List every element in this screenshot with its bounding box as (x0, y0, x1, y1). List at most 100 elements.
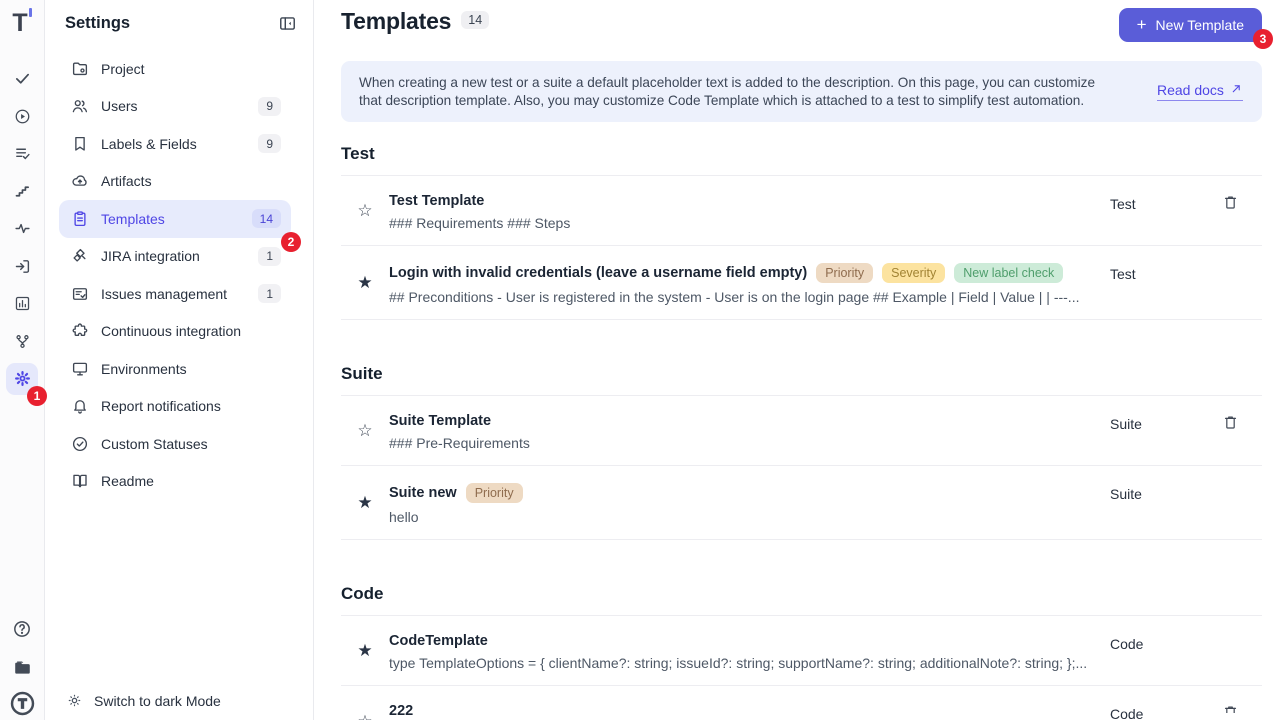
sidebar-item-label: Artifacts (101, 173, 281, 189)
sidebar-item-label: Project (101, 61, 281, 77)
sidebar-item-issues-management[interactable]: Issues management 1 (59, 275, 291, 313)
book-icon (71, 472, 89, 490)
label-badge: Severity (882, 263, 945, 283)
activity-icon[interactable] (14, 220, 31, 237)
settings-sidebar: Settings ProjectUsers9Labels & Fields9Ar… (45, 0, 314, 720)
section-suite: Suite☆Suite Template### Pre-Requirements… (341, 364, 1262, 540)
star-outline-icon[interactable]: ☆ (357, 202, 372, 219)
sidebar-item-label: JIRA integration (101, 248, 246, 264)
jira-icon (71, 247, 89, 265)
template-type: Suite (1110, 410, 1222, 451)
sidebar-item-readme[interactable]: Readme (59, 463, 291, 501)
sidebar-item-label: Readme (101, 473, 281, 489)
help-circle-icon[interactable] (12, 619, 32, 639)
template-row[interactable]: ☆Suite Template### Pre-RequirementsSuite (341, 396, 1262, 466)
page-header: Templates 14 + New Template (341, 8, 1262, 42)
star-outline-icon[interactable]: ☆ (357, 713, 372, 720)
sidebar-item-count-badge: 14 (252, 209, 281, 228)
template-title: Suite Template (389, 413, 491, 429)
annotation-badge-2: 2 (281, 232, 301, 252)
label-badge: Priority (816, 263, 873, 283)
read-docs-label: Read docs (1157, 82, 1224, 98)
template-row[interactable]: ★Suite newPriorityhelloSuite (341, 466, 1262, 540)
sidebar-item-count-badge: 1 (258, 284, 281, 303)
external-link-icon (1230, 82, 1243, 98)
star-filled-icon[interactable]: ★ (357, 274, 372, 291)
sidebar-item-count-badge: 9 (258, 134, 281, 153)
banner-text: When creating a new test or a suite a de… (359, 74, 1121, 109)
app-root: T Settings ProjectUsers9Labels & Fields9… (0, 0, 1280, 720)
label-badge: Priority (466, 483, 523, 503)
sidebar-item-artifacts[interactable]: Artifacts (59, 163, 291, 201)
folder-gear-icon (71, 60, 89, 78)
templates-page: Templates 14 + New Template When creatin… (314, 0, 1280, 720)
clipboard-icon (71, 210, 89, 228)
templates-count-badge: 14 (461, 11, 489, 29)
import-icon[interactable] (14, 258, 31, 275)
steps-icon[interactable] (14, 183, 31, 200)
section-title: Suite (341, 364, 1262, 384)
sidebar-item-count-badge: 1 (258, 247, 281, 266)
section-title: Code (341, 584, 1262, 604)
sidebar-item-jira-integration[interactable]: JIRA integration 1 (59, 238, 291, 276)
puzzle-icon (71, 322, 89, 340)
logo-accent-mark (29, 8, 32, 17)
template-row[interactable]: ★ Login with invalid credentials (leave a… (341, 246, 1262, 320)
label-badge: New label check (954, 263, 1063, 283)
star-outline-icon[interactable]: ☆ (357, 422, 372, 439)
list-check-icon[interactable] (14, 145, 31, 162)
delete-template-icon-clipped[interactable] (1222, 704, 1262, 713)
sidebar-item-users[interactable]: Users 9 (59, 88, 291, 126)
template-row[interactable]: ☆ Test Template ### Requirements ### Steps… (341, 176, 1262, 246)
sidebar-item-count-badge: 9 (258, 97, 281, 116)
new-template-button[interactable]: + New Template (1119, 8, 1262, 42)
collapse-sidebar-icon[interactable] (278, 14, 297, 33)
sidebar-item-label: Custom Statuses (101, 436, 281, 452)
monitor-icon (71, 360, 89, 378)
read-docs-link[interactable]: Read docs (1157, 82, 1243, 101)
icon-rail: T (0, 0, 45, 720)
sidebar-item-continuous-integration[interactable]: Continuous integration (59, 313, 291, 351)
template-description: ### Requirements ### Steps (389, 215, 1089, 231)
delete-template-icon[interactable] (1222, 704, 1239, 713)
bookmark-icon (71, 135, 89, 153)
plus-icon: + (1137, 15, 1147, 35)
template-title: Login with invalid credentials (leave a … (389, 265, 807, 281)
gear-icon[interactable] (14, 370, 31, 387)
bell-icon (71, 397, 89, 415)
sidebar-item-custom-statuses[interactable]: Custom Statuses (59, 425, 291, 463)
sidebar-item-labels-fields[interactable]: Labels & Fields9 (59, 125, 291, 163)
settings-nav: ProjectUsers9Labels & Fields9ArtifactsTe… (45, 50, 313, 500)
check-icon[interactable] (14, 70, 31, 87)
sidebar-item-project[interactable]: Project (59, 50, 291, 88)
sidebar-item-templates[interactable]: Templates14 (59, 200, 291, 238)
template-sections: Test ☆ Test Template ### Requirements ### S… (341, 144, 1262, 720)
users-icon (71, 97, 89, 115)
check-circle-icon (71, 435, 89, 453)
sidebar-item-label: Issues management (101, 286, 246, 302)
delete-template-icon[interactable] (1222, 414, 1239, 431)
template-title: Test Template (389, 193, 484, 209)
logo-circle-icon[interactable] (9, 690, 36, 717)
info-banner: When creating a new test or a suite a de… (341, 61, 1262, 122)
star-filled-icon[interactable]: ★ (357, 494, 372, 511)
sidebar-item-label: Users (101, 98, 246, 114)
template-row[interactable]: ★CodeTemplatetype TemplateOptions = { cl… (341, 616, 1262, 686)
play-circle-icon[interactable] (14, 108, 31, 125)
template-type: Test (1110, 260, 1222, 305)
sidebar-header: Settings (45, 0, 313, 33)
folder-filled-icon[interactable] (13, 658, 32, 677)
issue-card-icon (71, 285, 89, 303)
annotation-badge-3: 3 (1253, 29, 1273, 49)
git-branch-icon[interactable] (14, 333, 31, 350)
dark-mode-toggle[interactable]: Switch to dark Mode (45, 692, 313, 720)
app-logo[interactable]: T (0, 8, 44, 38)
delete-template-icon[interactable] (1222, 194, 1239, 211)
sidebar-item-environments[interactable]: Environments (59, 350, 291, 388)
template-row[interactable]: ☆222test(`should send header ${header} w… (341, 686, 1262, 720)
template-title: Suite new (389, 485, 457, 501)
sidebar-item-report-notifications[interactable]: Report notifications (59, 388, 291, 426)
bar-chart-icon[interactable] (14, 295, 31, 312)
star-filled-icon[interactable]: ★ (357, 642, 372, 659)
sidebar-item-label: Report notifications (101, 398, 281, 414)
